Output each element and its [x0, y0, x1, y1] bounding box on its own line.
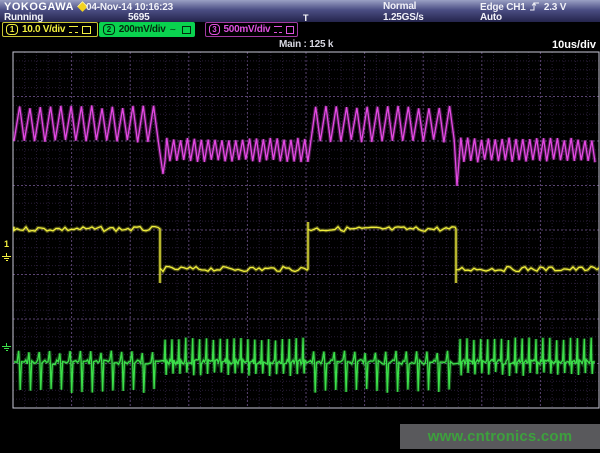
trace-ch1-glow [14, 222, 600, 283]
oscilloscope-screen: { "header": { "brand": "YOKOGAWA", "date… [0, 0, 600, 453]
ch1-position-label: 1 [4, 239, 9, 249]
ch1-ground-marker-icon [1, 253, 12, 262]
watermark: www.cntronics.com [400, 424, 600, 449]
waveform-display [0, 0, 600, 453]
ch2-ground-marker-icon [1, 343, 12, 352]
